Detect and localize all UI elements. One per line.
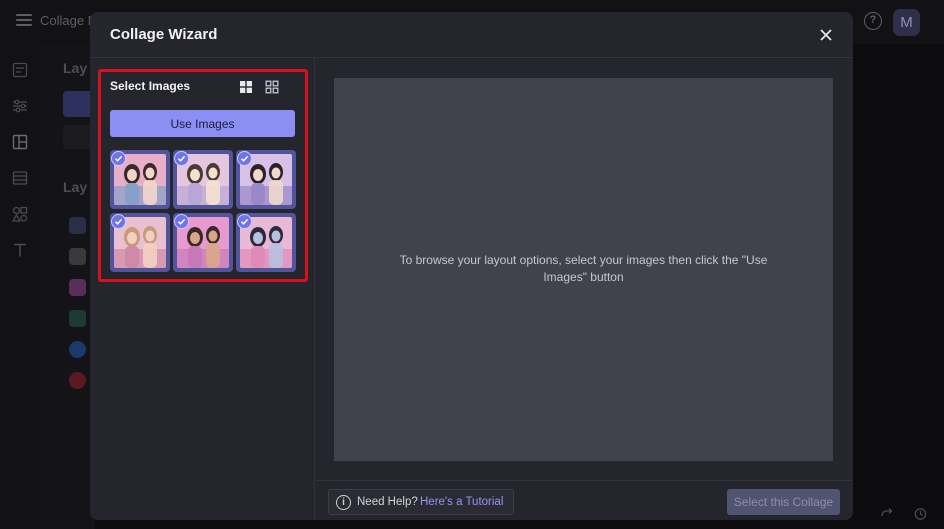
layout-preview-area: To browse your layout options, select yo…: [334, 78, 833, 461]
select-images-panel: Select Images Use Images: [90, 58, 315, 520]
background-heading: Lay: [63, 60, 88, 76]
image-thumbnail[interactable]: [173, 213, 233, 272]
text-icon[interactable]: [12, 242, 28, 258]
history-icon: [913, 507, 927, 521]
background-logo: [69, 310, 86, 327]
checkmark-icon: [237, 151, 252, 166]
collage-preview-panel: To browse your layout options, select yo…: [316, 58, 853, 480]
menu-icon[interactable]: [16, 14, 32, 26]
background-layout-panel: Lay Lay: [40, 44, 95, 529]
layout-icon[interactable]: [12, 134, 28, 150]
preview-instructions: To browse your layout options, select yo…: [399, 253, 768, 284]
grid-small-icon[interactable]: [265, 80, 279, 94]
background-logo: [69, 279, 86, 296]
checkmark-icon: [111, 151, 126, 166]
select-images-title: Select Images: [110, 79, 191, 93]
checkmark-icon: [237, 214, 252, 229]
select-images-section: Select Images Use Images: [98, 69, 308, 282]
app-sidebar: [0, 44, 40, 529]
image-thumbnail[interactable]: [236, 213, 296, 272]
grid-large-icon[interactable]: [239, 80, 253, 94]
image-thumbnail[interactable]: [110, 150, 170, 209]
close-icon[interactable]: [817, 26, 835, 44]
checkmark-icon: [174, 214, 189, 229]
elements-icon[interactable]: [11, 206, 28, 222]
need-help-label: Need Help?: [357, 496, 418, 508]
templates-icon[interactable]: [12, 62, 28, 78]
select-this-collage-button[interactable]: Select this Collage: [727, 489, 840, 515]
help-icon[interactable]: ?: [864, 12, 882, 30]
adjust-icon[interactable]: [12, 98, 28, 114]
dialog-header: Collage Wizard: [90, 12, 853, 58]
background-logo: [69, 341, 86, 358]
background-logo: [69, 372, 86, 389]
tutorial-link[interactable]: Here's a Tutorial: [420, 496, 503, 508]
redo-icon: [880, 507, 894, 521]
dialog-title: Collage Wizard: [110, 26, 218, 43]
background-logo: [69, 217, 86, 234]
image-thumbnail[interactable]: [173, 150, 233, 209]
image-thumbnail[interactable]: [236, 150, 296, 209]
background-heading: Lay: [63, 179, 88, 195]
dialog-footer: i Need Help? Here's a Tutorial Select th…: [316, 480, 853, 520]
image-thumbnail[interactable]: [110, 213, 170, 272]
background-logo: [69, 248, 86, 265]
checkmark-icon: [174, 151, 189, 166]
table-icon[interactable]: [12, 170, 28, 186]
collage-wizard-dialog: Collage Wizard Select Images Use Images …: [90, 12, 853, 520]
help-box: i Need Help? Here's a Tutorial: [328, 489, 514, 515]
avatar[interactable]: M: [893, 9, 920, 36]
use-images-button[interactable]: Use Images: [110, 110, 295, 137]
info-icon: i: [336, 495, 351, 510]
checkmark-icon: [111, 214, 126, 229]
